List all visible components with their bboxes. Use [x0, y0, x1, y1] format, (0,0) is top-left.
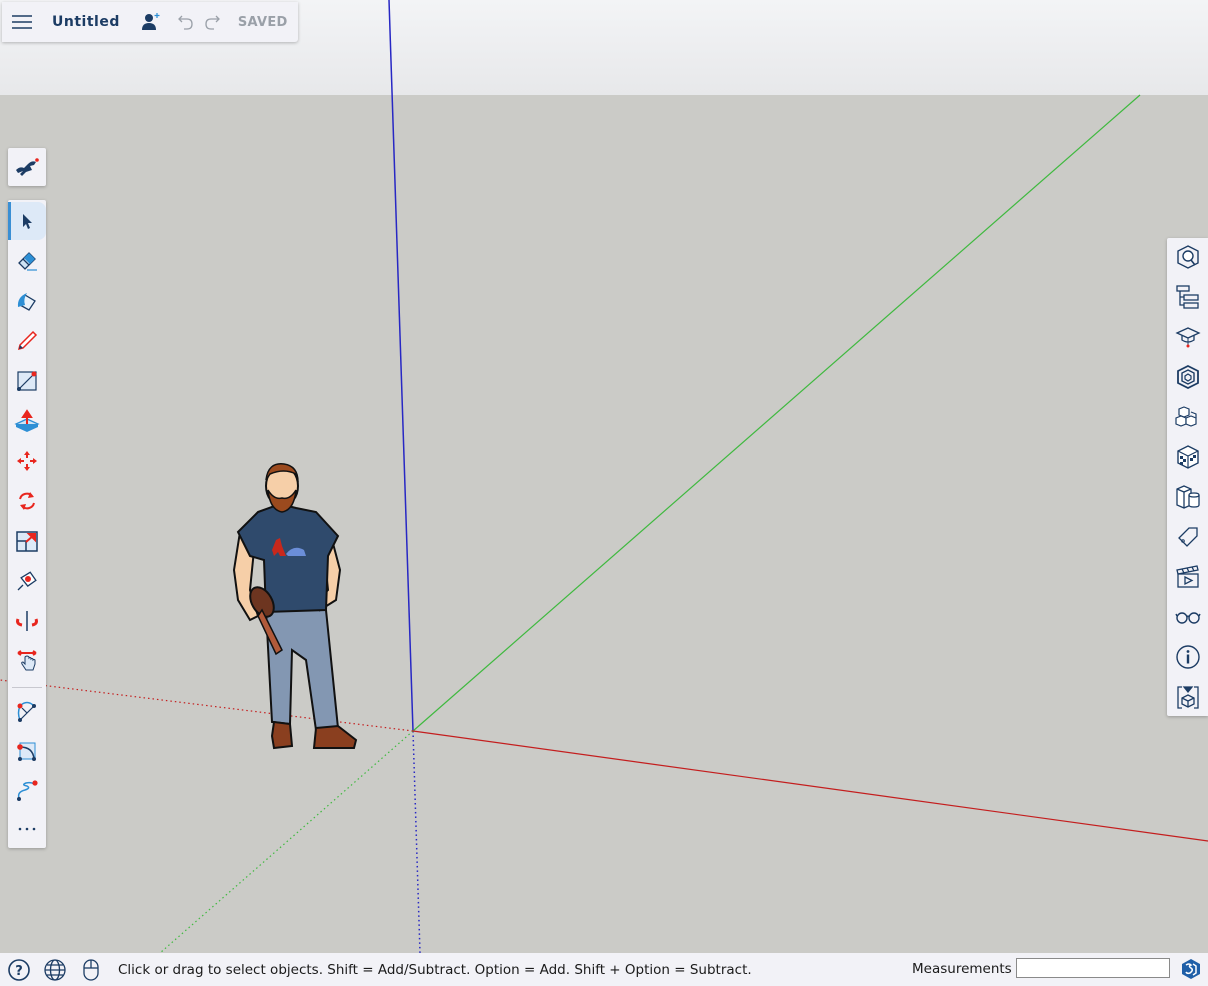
svg-text:?: ? [15, 964, 23, 979]
panel-materials[interactable] [1169, 438, 1207, 476]
scale-icon [16, 531, 38, 552]
outliner-icon [1176, 285, 1199, 309]
components-icon [1177, 364, 1199, 390]
glasses-icon [1175, 612, 1201, 624]
mouse-icon [83, 958, 99, 981]
tool-two-point-arc[interactable] [8, 732, 46, 770]
freehand-icon [17, 780, 38, 801]
redo-button[interactable] [200, 7, 226, 37]
materials-cube-icon [1177, 445, 1199, 469]
eraser-icon [18, 252, 37, 271]
orbit-icon [16, 611, 38, 631]
tool-rotate[interactable] [8, 482, 46, 520]
tool-more[interactable] [8, 810, 46, 848]
measurements-label: Measurements [912, 961, 1012, 977]
menu-button[interactable] [2, 2, 42, 42]
tape-measure-icon [17, 571, 37, 591]
status-bar: ? Click or drag to select objects. Shift… [0, 953, 1208, 986]
measurements-input[interactable] [1016, 958, 1170, 978]
input-device-button[interactable] [76, 955, 106, 985]
panel-entity-info[interactable] [1169, 238, 1207, 276]
panel-instructor[interactable] [1169, 318, 1207, 356]
tool-pan[interactable] [8, 642, 46, 680]
rotate-icon [19, 492, 35, 510]
undo-button[interactable] [170, 7, 200, 37]
tool-eraser[interactable] [8, 242, 46, 280]
model-axes [0, 0, 1208, 953]
clapperboard-icon [1176, 565, 1199, 588]
tool-pencil[interactable] [8, 322, 46, 360]
panel-scenes[interactable] [1169, 558, 1207, 596]
panel-tags[interactable] [1169, 518, 1207, 556]
tool-paint-bucket[interactable] [8, 282, 46, 320]
solid-tools-icon [1176, 485, 1200, 509]
select-arrow-icon [23, 214, 32, 229]
sketchup-dog-logo-icon [16, 158, 39, 176]
pan-hand-icon [17, 650, 37, 671]
push-pull-icon [14, 409, 40, 432]
tool-push-pull[interactable] [8, 402, 46, 440]
tool-move[interactable] [8, 442, 46, 480]
green-axis-hidden [159, 730, 414, 953]
panel-components[interactable] [1169, 358, 1207, 396]
add-collaborator-button[interactable] [138, 7, 164, 37]
more-dots-icon [18, 827, 36, 831]
menu-icon [12, 15, 32, 29]
redo-icon [205, 15, 220, 30]
panel-outliner[interactable] [1169, 278, 1207, 316]
logo-button[interactable] [8, 148, 46, 186]
sketchup-logo-icon[interactable] [1178, 956, 1204, 982]
help-button[interactable]: ? [4, 955, 34, 985]
two-point-arc-icon [17, 742, 36, 761]
green-axis [412, 94, 1141, 732]
paint-bucket-icon [17, 293, 36, 311]
panel-export[interactable] [1169, 678, 1207, 716]
tool-select[interactable] [8, 202, 46, 240]
blue-axis-hidden [412, 730, 421, 953]
panel-3d-warehouse[interactable] [1169, 398, 1207, 436]
help-icon: ? [8, 958, 30, 981]
modeling-viewport[interactable] [0, 0, 1208, 953]
export-box-icon [1177, 686, 1199, 709]
line-tool-icon [17, 371, 37, 391]
tool-scale[interactable] [8, 522, 46, 560]
arc-icon [17, 701, 36, 722]
tag-icon [1178, 527, 1198, 547]
add-collaborator-icon [141, 13, 160, 30]
right-panel-toolbar [1167, 238, 1208, 716]
panel-solid-tools[interactable] [1169, 478, 1207, 516]
cubes-icon [1175, 406, 1197, 427]
left-toolbar [8, 200, 46, 848]
status-hint-text: Click or drag to select objects. Shift =… [118, 961, 752, 978]
search-model-icon [1177, 245, 1199, 269]
geolocation-button[interactable] [40, 955, 70, 985]
save-status: SAVED [237, 14, 288, 30]
document-title[interactable]: Untitled [52, 14, 120, 30]
undo-icon [177, 15, 193, 30]
toolbar-separator [12, 687, 42, 688]
tool-arc[interactable] [8, 692, 46, 730]
tool-tape-measure[interactable] [8, 562, 46, 600]
blue-axis [388, 0, 414, 732]
top-bar: Untitled SAVED [2, 2, 298, 42]
tool-orbit[interactable] [8, 602, 46, 640]
pencil-icon [17, 330, 38, 351]
globe-icon [44, 958, 66, 981]
tool-line[interactable] [8, 362, 46, 400]
move-icon [17, 451, 37, 471]
panel-display[interactable] [1169, 598, 1207, 636]
panel-model-info[interactable] [1169, 638, 1207, 676]
red-axis [412, 730, 1208, 842]
graduation-cap-icon [1175, 327, 1201, 348]
scale-figure-person[interactable] [228, 460, 368, 755]
info-icon [1176, 645, 1200, 669]
tool-freehand[interactable] [8, 772, 46, 810]
